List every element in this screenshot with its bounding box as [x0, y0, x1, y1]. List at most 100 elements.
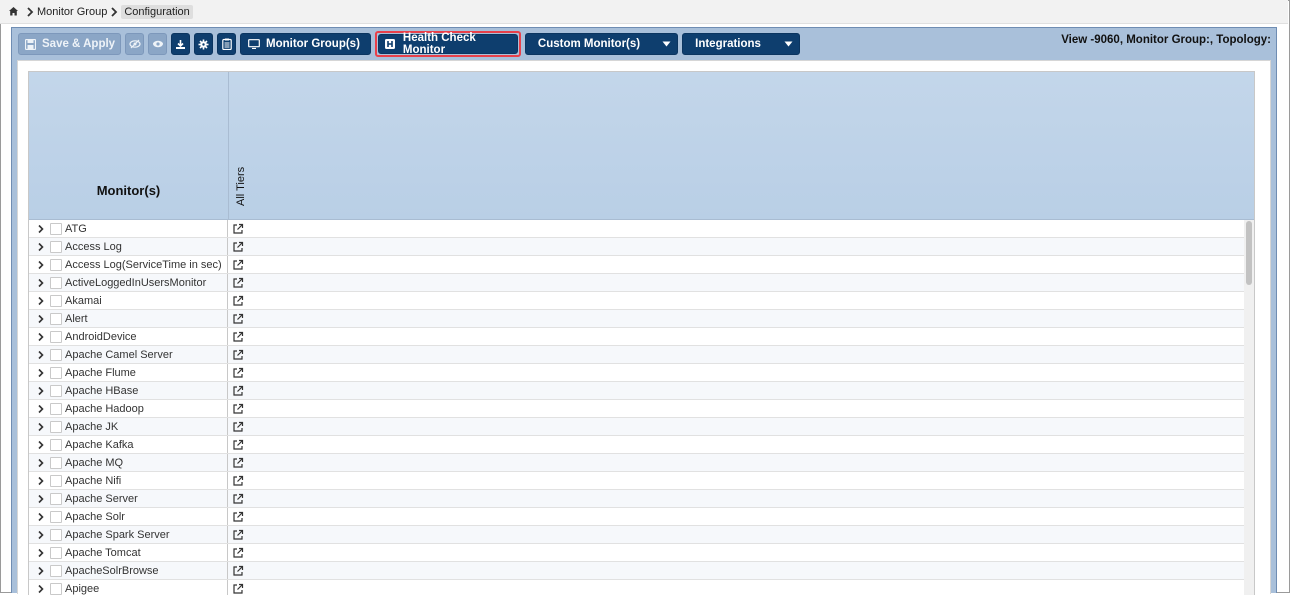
row-checkbox[interactable]: [50, 546, 62, 559]
home-icon[interactable]: [8, 6, 19, 17]
table-row[interactable]: Apache Solr: [29, 508, 1254, 526]
monitor-groups-button[interactable]: Monitor Group(s): [240, 33, 371, 55]
external-link-icon[interactable]: [232, 241, 244, 253]
table-row[interactable]: Apache Camel Server: [29, 346, 1254, 364]
clipboard-button[interactable]: [217, 33, 236, 55]
row-checkbox[interactable]: [50, 402, 62, 415]
monitor-name: Alert: [65, 312, 88, 325]
chevron-right-icon[interactable]: [36, 260, 46, 270]
row-checkbox[interactable]: [50, 456, 62, 469]
external-link-icon[interactable]: [232, 547, 244, 559]
view-eye-button[interactable]: [148, 33, 167, 55]
chevron-right-icon[interactable]: [36, 512, 46, 522]
row-checkbox[interactable]: [50, 438, 62, 451]
table-row[interactable]: Apache Tomcat: [29, 544, 1254, 562]
row-checkbox[interactable]: [50, 312, 62, 325]
row-checkbox[interactable]: [50, 420, 62, 433]
external-link-icon[interactable]: [232, 403, 244, 415]
settings-button[interactable]: [194, 33, 213, 55]
table-row[interactable]: Apache Hadoop: [29, 400, 1254, 418]
external-link-icon[interactable]: [232, 421, 244, 433]
external-link-icon[interactable]: [232, 475, 244, 487]
table-row[interactable]: Apache MQ: [29, 454, 1254, 472]
external-link-icon[interactable]: [232, 223, 244, 235]
table-row[interactable]: Alert: [29, 310, 1254, 328]
hide-eye-button[interactable]: [125, 33, 144, 55]
table-row[interactable]: Apache JK: [29, 418, 1254, 436]
monitor-name-cell: Apache JK: [29, 418, 228, 435]
table-row[interactable]: Akamai: [29, 292, 1254, 310]
chevron-right-icon[interactable]: [36, 476, 46, 486]
external-link-icon[interactable]: [232, 331, 244, 343]
chevron-right-icon[interactable]: [36, 224, 46, 234]
external-link-icon[interactable]: [232, 511, 244, 523]
integrations-dropdown[interactable]: Integrations: [682, 33, 800, 55]
chevron-right-icon[interactable]: [36, 422, 46, 432]
table-row[interactable]: ApacheSolrBrowse: [29, 562, 1254, 580]
table-row[interactable]: Access Log(ServiceTime in sec): [29, 256, 1254, 274]
row-checkbox[interactable]: [50, 474, 62, 487]
chevron-right-icon[interactable]: [36, 566, 46, 576]
vertical-scrollbar[interactable]: [1244, 220, 1254, 595]
row-checkbox[interactable]: [50, 510, 62, 523]
row-checkbox[interactable]: [50, 240, 62, 253]
external-link-icon[interactable]: [232, 493, 244, 505]
row-checkbox[interactable]: [50, 276, 62, 289]
external-link-icon[interactable]: [232, 259, 244, 271]
row-checkbox[interactable]: [50, 366, 62, 379]
row-checkbox[interactable]: [50, 348, 62, 361]
download-button[interactable]: [171, 33, 190, 55]
chevron-right-icon[interactable]: [36, 368, 46, 378]
table-row[interactable]: Apache Server: [29, 490, 1254, 508]
chevron-right-icon[interactable]: [36, 314, 46, 324]
external-link-icon[interactable]: [232, 295, 244, 307]
chevron-right-icon[interactable]: [36, 530, 46, 540]
breadcrumb-monitor-group[interactable]: Monitor Group: [37, 6, 107, 18]
chevron-right-icon[interactable]: [36, 440, 46, 450]
monitor-name-cell: Apache Flume: [29, 364, 228, 381]
save-apply-button[interactable]: Save & Apply: [18, 33, 121, 55]
table-row[interactable]: Apache Spark Server: [29, 526, 1254, 544]
chevron-right-icon[interactable]: [36, 584, 46, 594]
external-link-icon[interactable]: [232, 457, 244, 469]
chevron-right-icon[interactable]: [36, 404, 46, 414]
table-row[interactable]: ActiveLoggedInUsersMonitor: [29, 274, 1254, 292]
row-checkbox[interactable]: [50, 222, 62, 235]
chevron-right-icon[interactable]: [36, 332, 46, 342]
all-tiers-column-header[interactable]: All Tiers: [234, 164, 248, 208]
row-checkbox[interactable]: [50, 294, 62, 307]
health-check-monitor-button[interactable]: Health Check Monitor: [377, 32, 518, 56]
external-link-icon[interactable]: [232, 349, 244, 361]
chevron-right-icon[interactable]: [36, 494, 46, 504]
table-row[interactable]: Apache HBase: [29, 382, 1254, 400]
chevron-right-icon[interactable]: [36, 242, 46, 252]
row-checkbox[interactable]: [50, 564, 62, 577]
row-checkbox[interactable]: [50, 528, 62, 541]
chevron-right-icon[interactable]: [36, 296, 46, 306]
table-row[interactable]: ATG: [29, 220, 1254, 238]
external-link-icon[interactable]: [232, 277, 244, 289]
row-checkbox[interactable]: [50, 330, 62, 343]
chevron-right-icon[interactable]: [36, 386, 46, 396]
external-link-icon[interactable]: [232, 313, 244, 325]
external-link-icon[interactable]: [232, 565, 244, 577]
table-row[interactable]: Access Log: [29, 238, 1254, 256]
table-row[interactable]: Apache Kafka: [29, 436, 1254, 454]
row-checkbox[interactable]: [50, 492, 62, 505]
table-row[interactable]: Apache Nifi: [29, 472, 1254, 490]
external-link-icon[interactable]: [232, 367, 244, 379]
scrollbar-thumb[interactable]: [1246, 221, 1252, 285]
external-link-icon[interactable]: [232, 385, 244, 397]
breadcrumb-configuration[interactable]: Configuration: [121, 4, 193, 19]
row-checkbox[interactable]: [50, 258, 62, 271]
custom-monitors-dropdown[interactable]: Custom Monitor(s): [524, 33, 679, 55]
chevron-right-icon[interactable]: [36, 548, 46, 558]
table-row[interactable]: Apache Flume: [29, 364, 1254, 382]
chevron-right-icon[interactable]: [36, 458, 46, 468]
chevron-right-icon[interactable]: [36, 350, 46, 360]
row-checkbox[interactable]: [50, 384, 62, 397]
chevron-right-icon[interactable]: [36, 278, 46, 288]
table-row[interactable]: AndroidDevice: [29, 328, 1254, 346]
external-link-icon[interactable]: [232, 529, 244, 541]
external-link-icon[interactable]: [232, 439, 244, 451]
